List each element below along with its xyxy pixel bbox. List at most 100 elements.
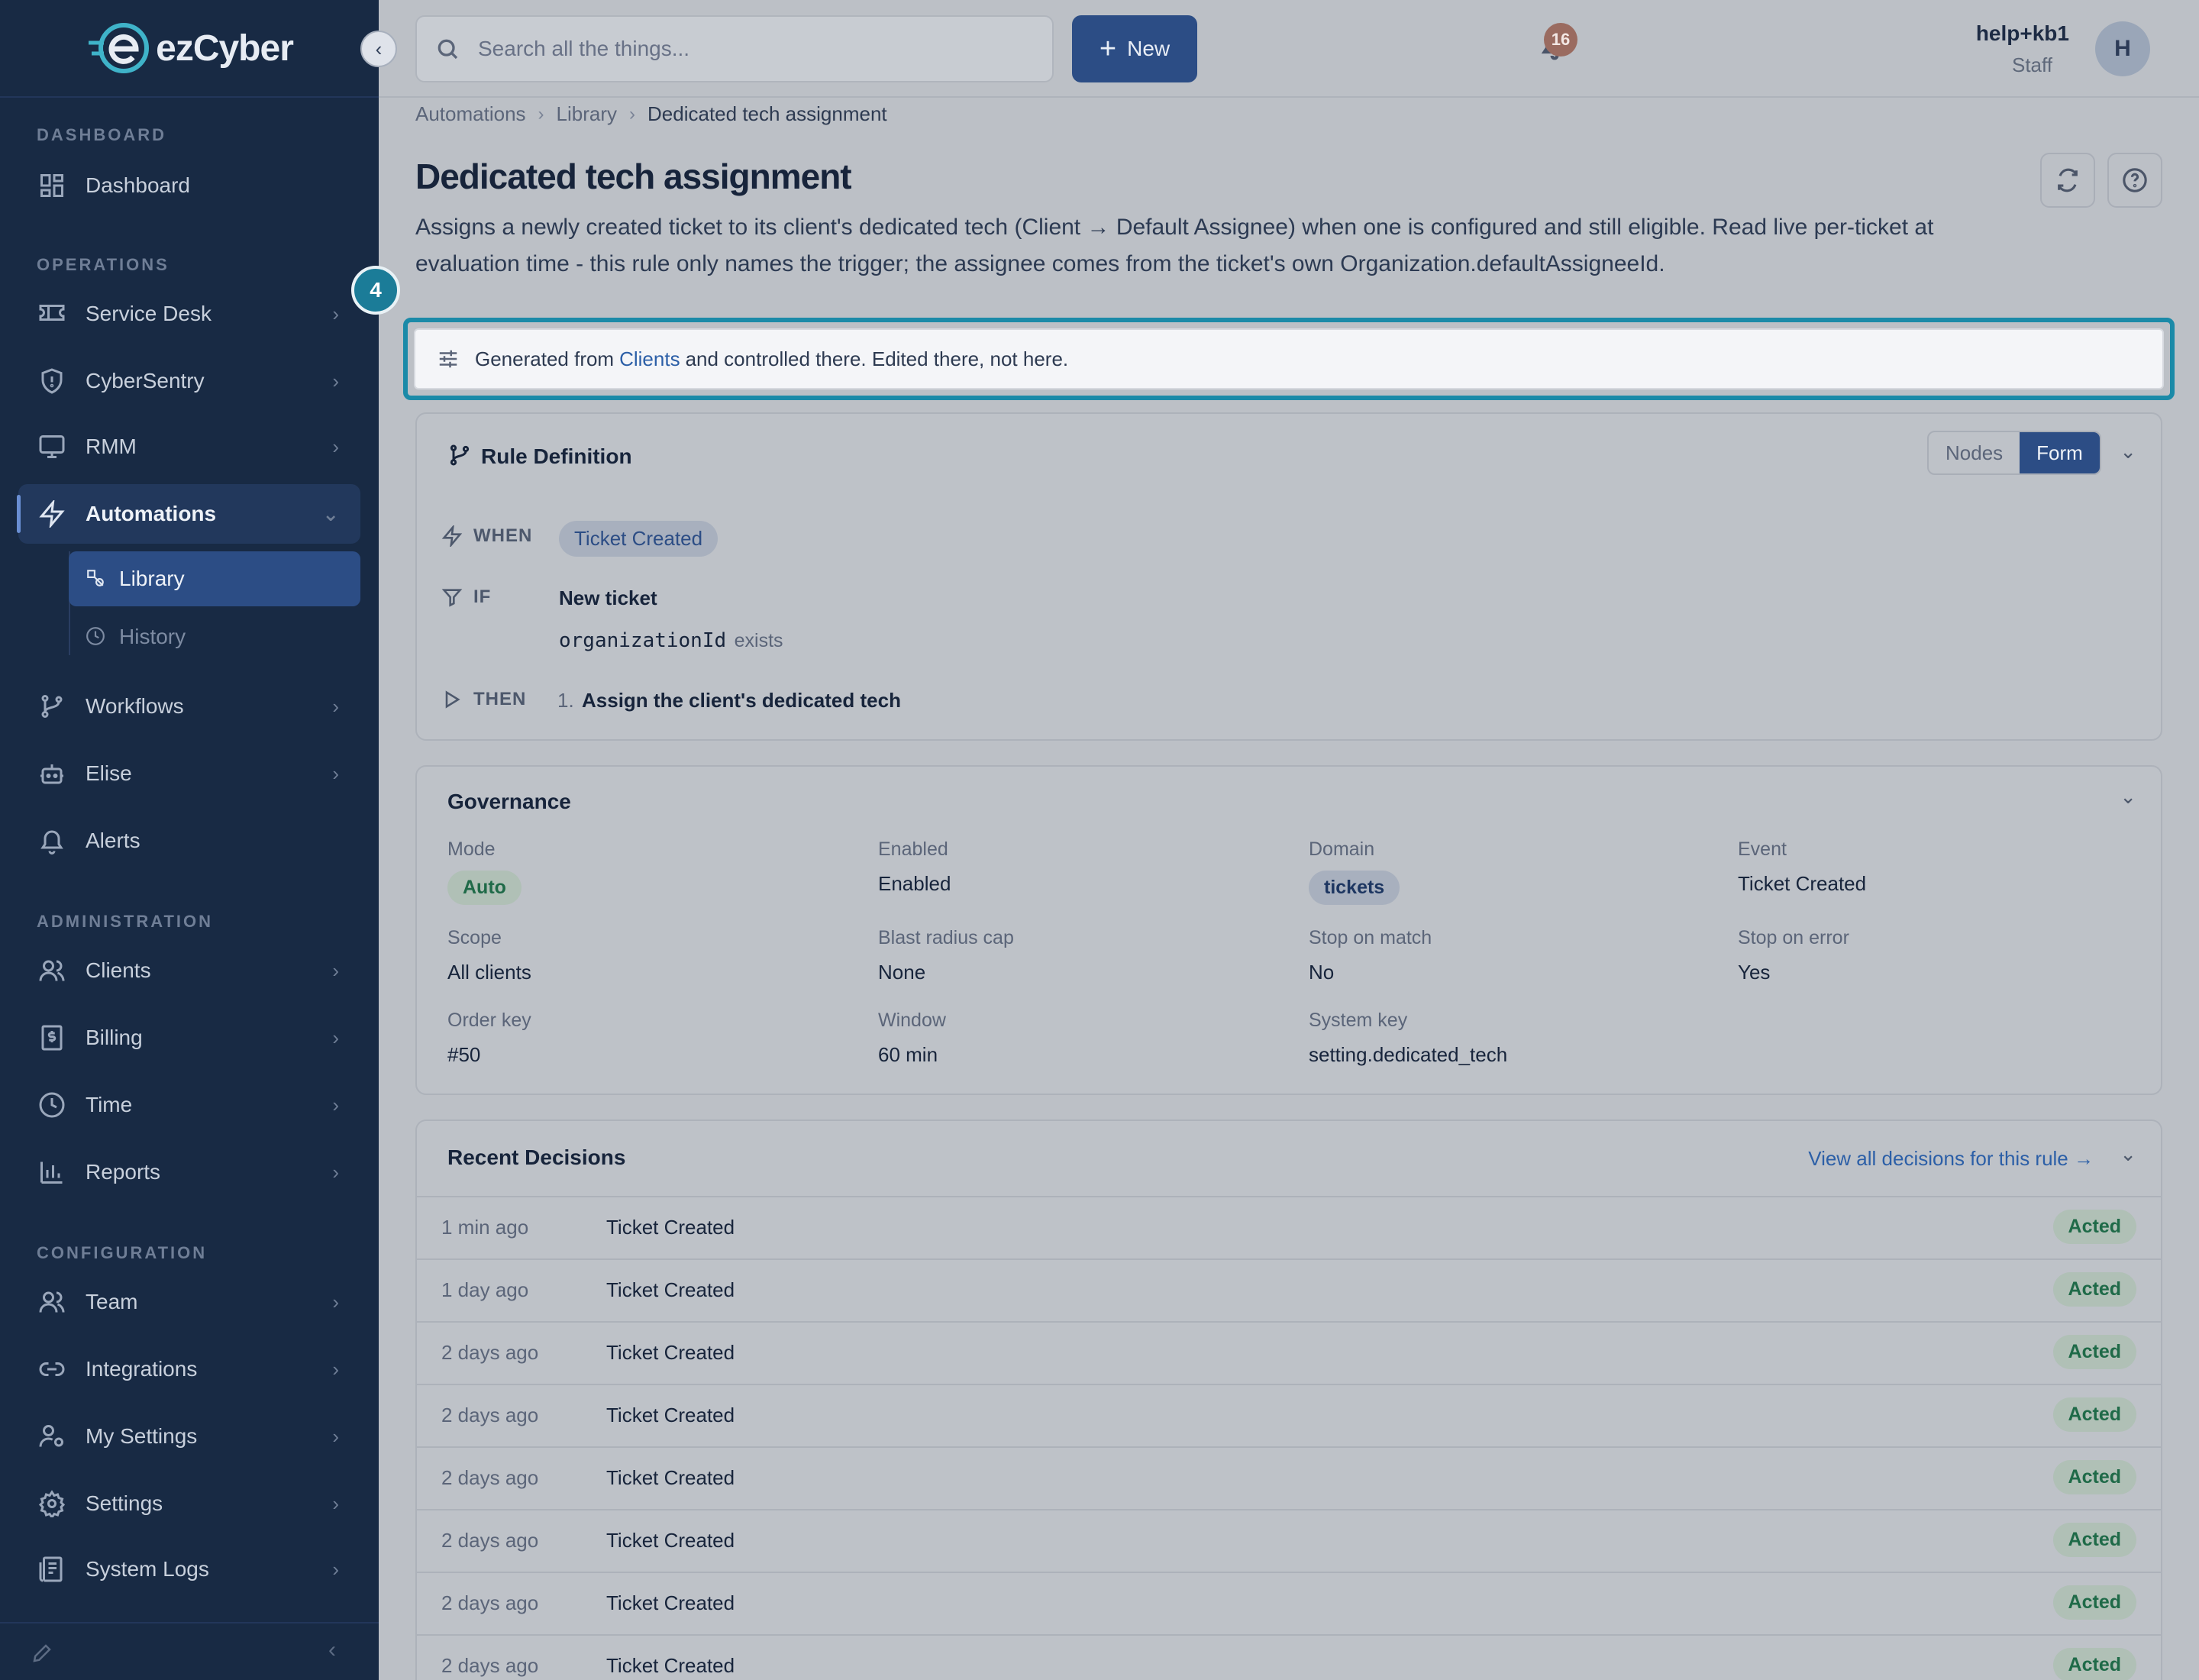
search-box[interactable] <box>415 15 1054 82</box>
chevron-right-icon: › <box>332 1160 339 1184</box>
sidebar-item-dashboard[interactable]: Dashboard <box>18 156 360 215</box>
sidebar-item-system-logs[interactable]: System Logs › <box>18 1539 360 1599</box>
sidebar-item-library[interactable]: Library <box>69 551 360 606</box>
bell-icon <box>37 825 67 856</box>
table-row[interactable]: 2 days ago Ticket Created Acted <box>417 1509 2161 1572</box>
generated-notice: Generated from Clients and controlled th… <box>403 318 2175 400</box>
sidebar-collapse-button[interactable]: ‹ <box>360 31 397 67</box>
sidebar-item-history[interactable]: History <box>69 609 360 664</box>
sidebar-item-billing[interactable]: Billing › <box>18 1008 360 1068</box>
table-row[interactable]: 1 day ago Ticket Created Acted <box>417 1258 2161 1321</box>
notifications-count-badge[interactable]: 16 <box>1544 23 1577 57</box>
table-row[interactable]: 2 days ago Ticket Created Acted <box>417 1572 2161 1634</box>
sidebar-footer: ‹ <box>0 1622 379 1680</box>
new-button[interactable]: + New <box>1072 15 1197 82</box>
tour-step-badge[interactable]: 4 <box>351 266 400 315</box>
sidebar-item-my-settings[interactable]: My Settings › <box>18 1407 360 1466</box>
table-row[interactable]: 2 days ago Ticket Created Acted <box>417 1446 2161 1509</box>
pencil-icon[interactable] <box>31 1642 53 1669</box>
gov-domain-chip: tickets <box>1309 871 1400 905</box>
page-title: Dedicated tech assignment <box>415 157 852 196</box>
status-badge: Acted <box>2052 1523 2136 1557</box>
sidebar-item-team[interactable]: Team › <box>18 1272 360 1332</box>
help-icon <box>2123 168 2147 192</box>
chevron-down-icon: ⌄ <box>322 502 339 525</box>
chevron-right-icon: › <box>332 1357 339 1381</box>
notice-clients-link[interactable]: Clients <box>619 347 680 371</box>
table-row[interactable]: 2 days ago Ticket Created Acted <box>417 1384 2161 1446</box>
sidebar-item-automations[interactable]: Automations ⌄ <box>17 484 360 544</box>
status-badge: Acted <box>2052 1397 2136 1432</box>
sidebar-item-reports[interactable]: Reports › <box>18 1142 360 1202</box>
branch-icon <box>37 691 67 722</box>
chevron-right-icon: › <box>332 1557 339 1581</box>
section-label-operations: OPERATIONS <box>37 255 170 274</box>
sidebar-item-cybersentry[interactable]: CyberSentry › <box>18 351 360 411</box>
search-input[interactable] <box>478 37 1043 61</box>
users-icon <box>37 1287 67 1317</box>
decision-event: Ticket Created <box>606 1216 735 1239</box>
avatar[interactable]: H <box>2095 21 2150 76</box>
new-button-label: New <box>1127 37 1171 60</box>
chevron-right-icon: › <box>332 694 339 718</box>
view-all-decisions-link[interactable]: View all decisions for this rule → <box>1808 1147 2094 1171</box>
gear-icon <box>37 1488 67 1519</box>
trigger-chip: Ticket Created <box>559 521 718 557</box>
refresh-button[interactable] <box>2040 153 2095 208</box>
sidebar-item-alerts[interactable]: Alerts <box>18 811 360 871</box>
gov-event-value: Ticket Created <box>1738 872 1867 895</box>
recent-decisions-title: Recent Decisions <box>447 1145 626 1169</box>
decision-event: Ticket Created <box>606 1591 735 1614</box>
gov-scope-label: Scope <box>447 927 502 948</box>
refresh-icon <box>2058 168 2078 192</box>
gov-order-value: #50 <box>447 1043 481 1066</box>
chevron-right-icon: › <box>332 435 339 458</box>
sidebar-item-clients[interactable]: Clients › <box>18 941 360 1000</box>
table-row[interactable]: 1 min ago Ticket Created Acted <box>417 1196 2161 1258</box>
chevron-down-icon[interactable]: ⌄ <box>2120 785 2136 809</box>
action-index: 1. <box>557 689 574 712</box>
toggle-form[interactable]: Form <box>2020 432 2100 473</box>
gov-stop-error-value: Yes <box>1738 961 1771 984</box>
sidebar-item-workflows[interactable]: Workflows › <box>18 677 360 736</box>
sidebar-item-time[interactable]: Time › <box>18 1075 360 1135</box>
lightning-icon <box>441 525 463 547</box>
sidebar-item-settings[interactable]: Settings › <box>18 1474 360 1533</box>
logo[interactable]: ezCyber <box>0 0 379 98</box>
chevron-right-icon: › <box>332 1424 339 1448</box>
chevron-right-icon: › <box>332 1026 339 1049</box>
toggle-nodes[interactable]: Nodes <box>1929 432 2020 473</box>
table-row[interactable]: 2 days ago Ticket Created Acted <box>417 1321 2161 1384</box>
sidebar-item-label: Elise <box>86 761 132 785</box>
sidebar-item-service-desk[interactable]: Service Desk › <box>18 284 360 344</box>
user-role: Staff <box>2011 53 2052 76</box>
sidebar-item-label: Workflows <box>86 694 184 718</box>
decision-time: 2 days ago <box>441 1591 539 1614</box>
breadcrumb-library[interactable]: Library <box>557 102 617 126</box>
sidebar-item-rmm[interactable]: RMM › <box>18 417 360 477</box>
decision-event: Ticket Created <box>606 1654 735 1677</box>
decision-time: 2 days ago <box>441 1341 539 1364</box>
decision-event: Ticket Created <box>606 1404 735 1426</box>
breadcrumb-automations[interactable]: Automations <box>415 102 526 126</box>
action-text: Assign the client's dedicated tech <box>582 689 901 712</box>
rule-definition-card: Rule Definition Nodes Form ⌄ WHEN Ticket… <box>415 412 2162 741</box>
chevron-down-icon[interactable]: ⌄ <box>2120 440 2136 464</box>
collapse-sidebar-icon[interactable]: ‹ <box>328 1637 336 1663</box>
notice-prefix: Generated from <box>475 347 615 370</box>
user-name[interactable]: help+kb1 <box>1909 21 2069 46</box>
sidebar-item-integrations[interactable]: Integrations › <box>18 1339 360 1399</box>
help-button[interactable] <box>2107 153 2162 208</box>
chevron-down-icon[interactable]: ⌄ <box>2120 1142 2136 1166</box>
decision-time: 1 min ago <box>441 1216 529 1239</box>
decision-event: Ticket Created <box>606 1466 735 1489</box>
decision-event: Ticket Created <box>606 1529 735 1552</box>
gov-mode-chip: Auto <box>447 871 521 905</box>
user-cog-icon <box>37 1421 67 1452</box>
receipt-dollar-icon <box>37 1023 67 1053</box>
sidebar-item-elise[interactable]: Elise › <box>18 744 360 803</box>
table-row[interactable]: 2 days ago Ticket Created Acted <box>417 1634 2161 1680</box>
decision-time: 2 days ago <box>441 1654 539 1677</box>
users-icon <box>37 955 67 986</box>
when-label: WHEN <box>441 525 532 547</box>
